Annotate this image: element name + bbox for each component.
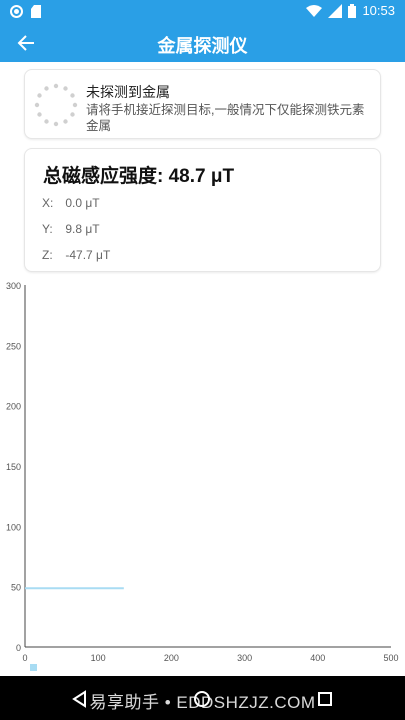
square-recent-icon bbox=[318, 692, 332, 706]
x-tick-label: 300 bbox=[237, 653, 252, 663]
total-field-line: 总磁感应强度: 48.7 μT bbox=[43, 161, 234, 188]
y-tick-label: 0 bbox=[16, 643, 21, 653]
z-label: Z: bbox=[42, 248, 53, 262]
x-tick-label: 400 bbox=[310, 653, 325, 663]
detection-status-title: 未探测到金属 bbox=[86, 84, 170, 100]
magnetic-field-chart: 0 50 100 150 200 250 300 0 100 200 300 400 500 bbox=[6, 281, 399, 671]
y-tick-label: 100 bbox=[6, 522, 21, 532]
battery-icon bbox=[348, 3, 357, 18]
x-tick-label: 200 bbox=[164, 653, 179, 663]
loading-spinner-icon bbox=[34, 83, 78, 127]
detection-status-card: 未探测到金属 请将手机接近探测目标,一般情况下仅能探测铁元素金属 bbox=[24, 69, 381, 139]
wifi-icon bbox=[306, 4, 323, 17]
signal-icon bbox=[328, 3, 343, 18]
y-tick-label: 150 bbox=[6, 462, 21, 472]
y-value: 9.8 μT bbox=[65, 222, 100, 236]
z-value: -47.7 μT bbox=[65, 248, 111, 262]
z-axis-reading: Z: -47.7 μT bbox=[42, 248, 110, 262]
app-bar: 金属探测仪 bbox=[0, 24, 405, 62]
x-axis-reading: X: 0.0 μT bbox=[42, 196, 100, 210]
nav-back-button[interactable] bbox=[68, 688, 90, 710]
y-tick-label: 300 bbox=[6, 281, 21, 291]
y-tick-label: 200 bbox=[6, 402, 21, 412]
page-title: 金属探测仪 bbox=[157, 36, 248, 56]
y-tick-label: 50 bbox=[11, 583, 21, 593]
x-tick-label: 0 bbox=[22, 653, 27, 663]
app-screen: 10:53 金属探测仪 未探测到金属 请将手机接近探测目标,一般情况下仅能探测铁… bbox=[0, 0, 405, 720]
x-tick-label: 100 bbox=[91, 653, 106, 663]
y-tick-label: 250 bbox=[6, 341, 21, 351]
nav-home-button[interactable] bbox=[191, 688, 213, 710]
y-label: Y: bbox=[42, 222, 53, 236]
circle-home-icon bbox=[194, 691, 210, 707]
triangle-back-icon bbox=[72, 690, 86, 708]
detection-status-description: 请将手机接近探测目标,一般情况下仅能探测铁元素金属 bbox=[86, 103, 365, 133]
status-time: 10:53 bbox=[362, 3, 395, 18]
navigation-bar: 易享助手 • EDDSHZJZ.COM bbox=[0, 676, 405, 720]
nav-recent-button[interactable] bbox=[314, 688, 336, 710]
total-field-label: 总磁感应强度: bbox=[43, 166, 164, 187]
x-label: X: bbox=[42, 196, 54, 210]
y-axis-reading: Y: 9.8 μT bbox=[42, 222, 100, 236]
total-field-value: 48.7 μT bbox=[168, 166, 235, 187]
status-bar: 10:53 bbox=[0, 0, 405, 24]
x-value: 0.0 μT bbox=[65, 196, 100, 210]
sd-card-icon bbox=[31, 5, 41, 18]
legend-swatch bbox=[30, 664, 37, 671]
x-tick-label: 500 bbox=[383, 653, 398, 663]
notification-circle-icon bbox=[10, 5, 23, 18]
